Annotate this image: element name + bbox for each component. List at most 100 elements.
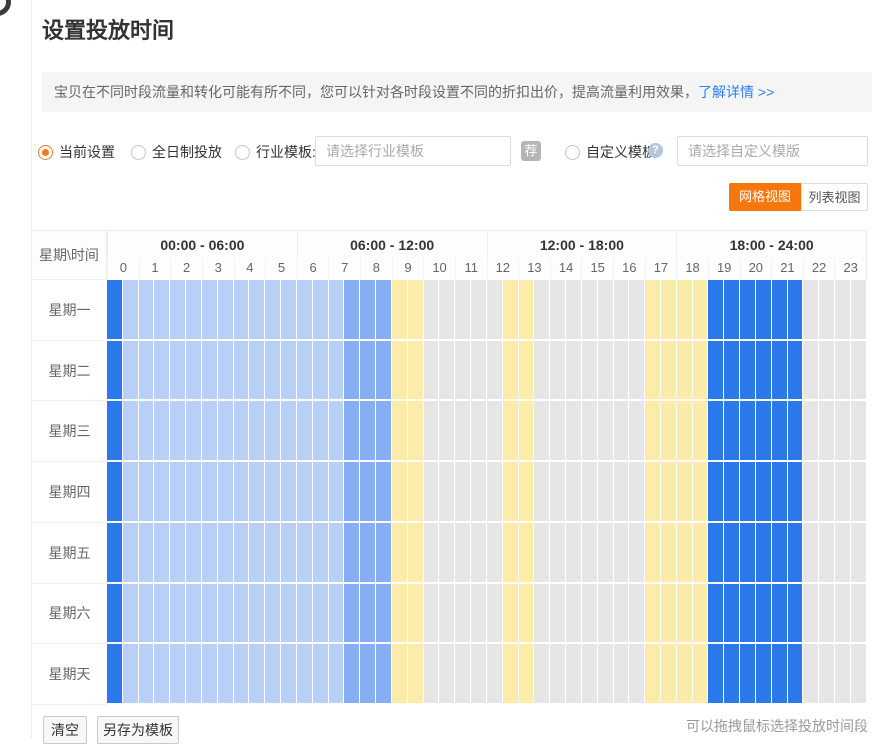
hour-header[interactable]: 23	[834, 258, 866, 280]
schedule-cell[interactable]	[202, 644, 218, 705]
schedule-cell[interactable]	[313, 584, 329, 645]
schedule-cell[interactable]	[170, 644, 186, 705]
schedule-cell[interactable]	[851, 280, 867, 341]
schedule-cell[interactable]	[693, 644, 709, 705]
schedule-cell[interactable]	[487, 584, 503, 645]
day-label[interactable]: 星期六	[31, 584, 107, 645]
schedule-cell[interactable]	[218, 644, 234, 705]
day-label[interactable]: 星期一	[31, 280, 107, 341]
schedule-cell[interactable]	[724, 523, 740, 584]
schedule-cell[interactable]	[503, 523, 519, 584]
schedule-cell[interactable]	[614, 584, 630, 645]
schedule-cell[interactable]	[708, 523, 724, 584]
schedule-cell[interactable]	[202, 401, 218, 462]
schedule-cell[interactable]	[819, 280, 835, 341]
schedule-cell[interactable]	[566, 341, 582, 402]
schedule-cell[interactable]	[629, 341, 645, 402]
schedule-cell[interactable]	[693, 523, 709, 584]
schedule-cell[interactable]	[123, 280, 139, 341]
schedule-cell[interactable]	[408, 462, 424, 523]
schedule-cell[interactable]	[344, 584, 360, 645]
schedule-cell[interactable]	[851, 523, 867, 584]
schedule-cell[interactable]	[234, 280, 250, 341]
schedule-cell[interactable]	[471, 341, 487, 402]
schedule-cell[interactable]	[234, 401, 250, 462]
day-label[interactable]: 星期四	[31, 462, 107, 523]
schedule-cell[interactable]	[677, 280, 693, 341]
schedule-cell[interactable]	[439, 341, 455, 402]
radio-custom-template[interactable]: 自定义模板:	[565, 136, 660, 168]
schedule-cell[interactable]	[249, 280, 265, 341]
schedule-cell[interactable]	[519, 462, 535, 523]
schedule-cell[interactable]	[297, 523, 313, 584]
schedule-cell[interactable]	[566, 523, 582, 584]
schedule-cell[interactable]	[598, 341, 614, 402]
schedule-cell[interactable]	[202, 280, 218, 341]
schedule-cell[interactable]	[123, 644, 139, 705]
schedule-cell[interactable]	[708, 584, 724, 645]
grid-view-button[interactable]: 网格视图	[729, 183, 801, 211]
schedule-cell[interactable]	[803, 280, 819, 341]
schedule-cell[interactable]	[265, 280, 281, 341]
schedule-cell[interactable]	[455, 401, 471, 462]
schedule-cell[interactable]	[788, 401, 804, 462]
schedule-cell[interactable]	[582, 584, 598, 645]
schedule-cell[interactable]	[645, 462, 661, 523]
schedule-cell[interactable]	[819, 341, 835, 402]
schedule-cell[interactable]	[360, 462, 376, 523]
schedule-cell[interactable]	[503, 462, 519, 523]
hour-header[interactable]: 13	[518, 258, 550, 280]
schedule-cell[interactable]	[265, 584, 281, 645]
schedule-cell[interactable]	[819, 462, 835, 523]
schedule-cell[interactable]	[614, 523, 630, 584]
schedule-cell[interactable]	[740, 280, 756, 341]
schedule-cell[interactable]	[329, 584, 345, 645]
schedule-cell[interactable]	[281, 523, 297, 584]
schedule-cell[interactable]	[534, 523, 550, 584]
schedule-cell[interactable]	[788, 462, 804, 523]
schedule-cell[interactable]	[534, 644, 550, 705]
schedule-cell[interactable]	[376, 280, 392, 341]
schedule-cell[interactable]	[186, 462, 202, 523]
schedule-cell[interactable]	[851, 584, 867, 645]
day-label[interactable]: 星期天	[31, 644, 107, 705]
schedule-cell[interactable]	[424, 280, 440, 341]
schedule-cell[interactable]	[218, 462, 234, 523]
schedule-cell[interactable]	[708, 401, 724, 462]
schedule-cell[interactable]	[534, 280, 550, 341]
schedule-cell[interactable]	[123, 341, 139, 402]
schedule-cell[interactable]	[756, 401, 772, 462]
schedule-cell[interactable]	[297, 462, 313, 523]
schedule-cell[interactable]	[677, 341, 693, 402]
schedule-cell[interactable]	[297, 584, 313, 645]
radio-industry-template[interactable]: 行业模板:	[235, 136, 316, 168]
schedule-cell[interactable]	[693, 401, 709, 462]
schedule-cell[interactable]	[329, 523, 345, 584]
schedule-cell[interactable]	[139, 401, 155, 462]
schedule-cell[interactable]	[218, 523, 234, 584]
schedule-cell[interactable]	[392, 644, 408, 705]
schedule-cell[interactable]	[281, 644, 297, 705]
schedule-cell[interactable]	[740, 401, 756, 462]
schedule-cell[interactable]	[249, 341, 265, 402]
schedule-cell[interactable]	[614, 341, 630, 402]
hour-header[interactable]: 21	[771, 258, 803, 280]
schedule-cell[interactable]	[803, 523, 819, 584]
schedule-cell[interactable]	[835, 644, 851, 705]
schedule-cell[interactable]	[170, 341, 186, 402]
schedule-cell[interactable]	[360, 401, 376, 462]
schedule-cell[interactable]	[439, 462, 455, 523]
schedule-cell[interactable]	[740, 341, 756, 402]
hour-header[interactable]: 0	[107, 258, 139, 280]
schedule-cell[interactable]	[645, 341, 661, 402]
schedule-cell[interactable]	[344, 523, 360, 584]
industry-template-select[interactable]: 请选择行业模板	[315, 136, 511, 166]
schedule-cell[interactable]	[408, 584, 424, 645]
hour-header[interactable]: 2	[170, 258, 202, 280]
schedule-cell[interactable]	[313, 280, 329, 341]
schedule-cell[interactable]	[123, 462, 139, 523]
schedule-cell[interactable]	[693, 584, 709, 645]
schedule-cell[interactable]	[218, 401, 234, 462]
schedule-cell[interactable]	[519, 644, 535, 705]
schedule-cell[interactable]	[629, 644, 645, 705]
